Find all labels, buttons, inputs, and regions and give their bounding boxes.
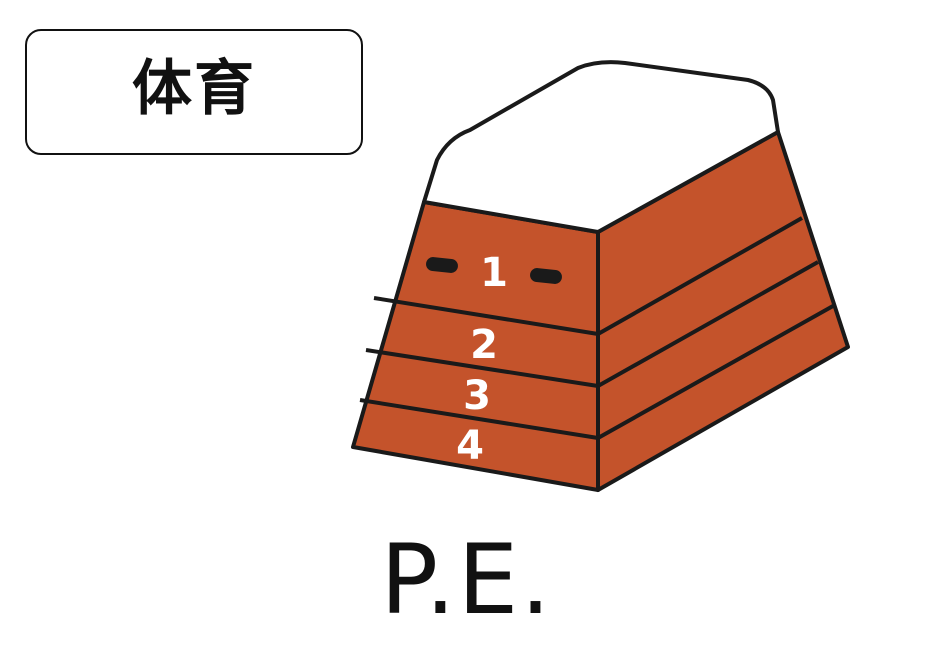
tier-number-3: 3: [463, 373, 491, 419]
tier-number-4: 4: [456, 423, 484, 469]
tier-number-2: 2: [470, 322, 498, 368]
english-word-text: P.E.: [380, 524, 553, 636]
english-word: P.E.: [0, 532, 941, 628]
tier-number-1: 1: [480, 250, 508, 296]
